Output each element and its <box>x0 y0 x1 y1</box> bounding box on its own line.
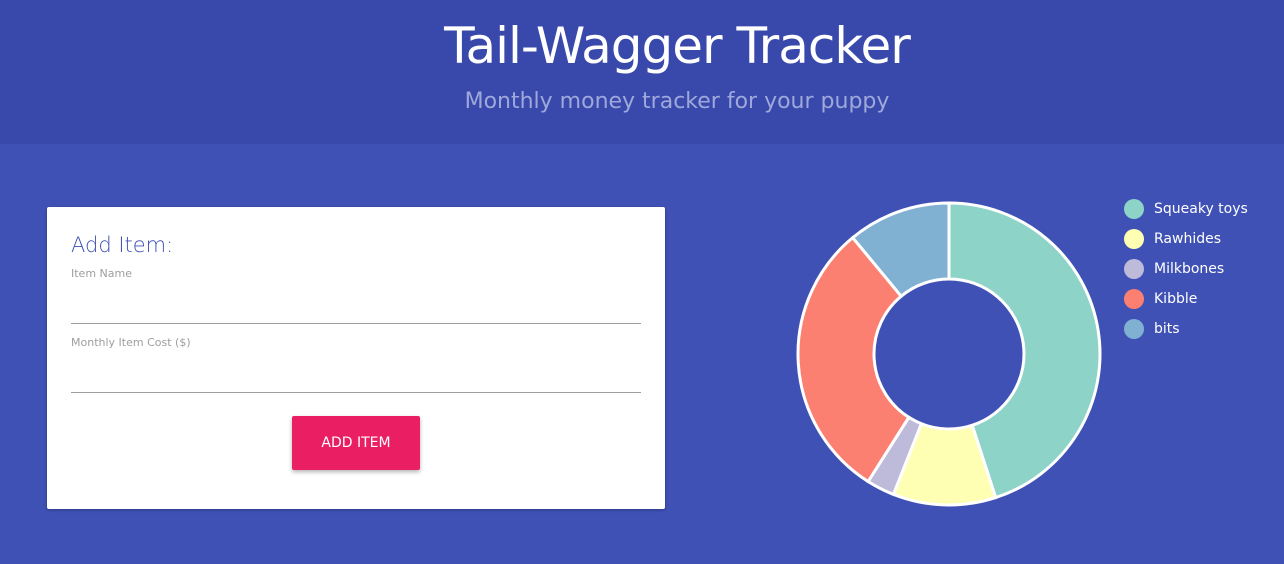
legend-label: Milkbones <box>1154 261 1225 277</box>
app-title: Tail-Wagger Tracker <box>444 17 911 75</box>
legend-item[interactable]: Rawhides <box>1124 229 1284 249</box>
add-item-button[interactable]: ADD ITEM <box>292 416 420 470</box>
legend-label: bits <box>1154 321 1180 337</box>
add-item-title: Add Item: <box>71 233 174 257</box>
legend-item[interactable]: Squeaky toys <box>1124 199 1284 219</box>
legend-swatch <box>1124 259 1144 279</box>
legend-swatch <box>1124 199 1144 219</box>
app-subtitle: Monthly money tracker for your puppy <box>464 89 890 114</box>
legend-swatch <box>1124 229 1144 249</box>
item-name-input[interactable] <box>71 297 641 324</box>
add-item-card: Add Item: Item Name Monthly Item Cost ($… <box>47 207 665 509</box>
legend-swatch <box>1124 319 1144 339</box>
legend-item[interactable]: bits <box>1124 319 1284 339</box>
item-name-label: Item Name <box>71 267 132 280</box>
legend-label: Kibble <box>1154 291 1198 307</box>
legend-label: Squeaky toys <box>1154 201 1248 217</box>
legend-label: Rawhides <box>1154 231 1222 247</box>
item-cost-label: Monthly Item Cost ($) <box>71 336 191 349</box>
donut-chart <box>794 199 1106 511</box>
legend-item[interactable]: Kibble <box>1124 289 1284 309</box>
legend-swatch <box>1124 289 1144 309</box>
item-cost-input[interactable] <box>71 366 641 393</box>
legend-item[interactable]: Milkbones <box>1124 259 1284 279</box>
donut-chart-svg <box>796 201 1102 507</box>
page-header: Tail-Wagger Tracker Monthly money tracke… <box>0 0 1284 144</box>
